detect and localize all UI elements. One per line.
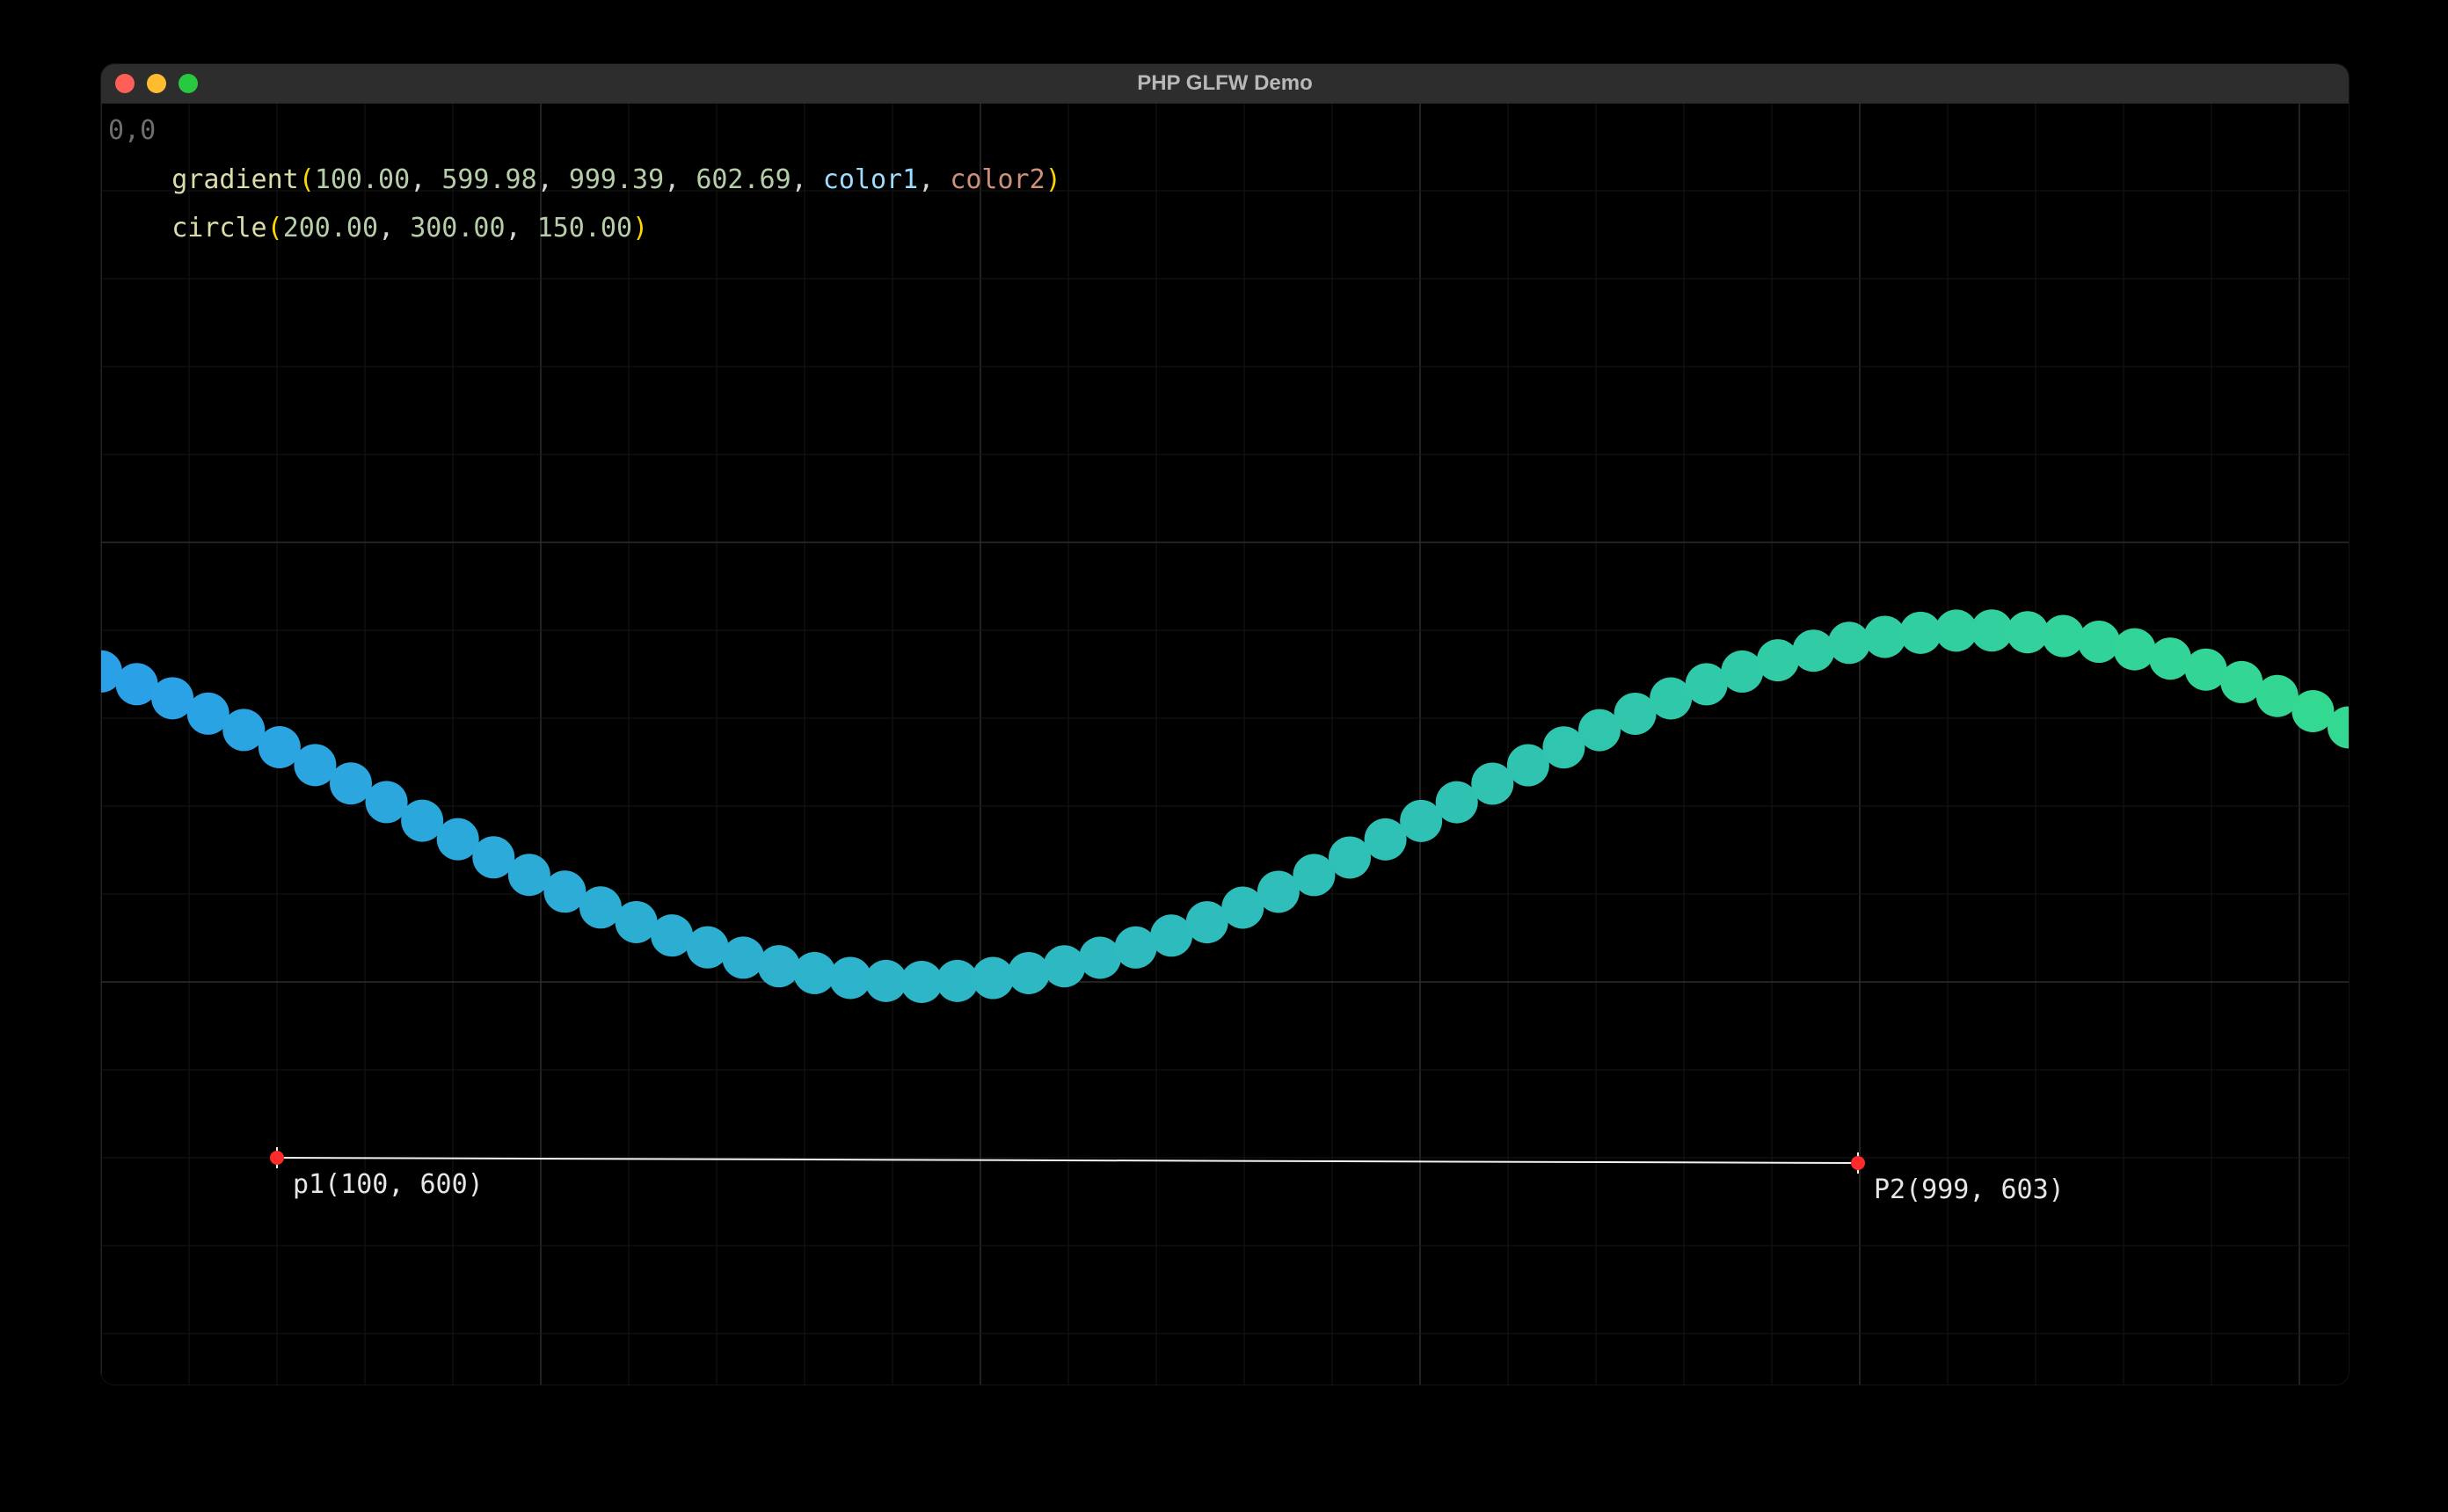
wave-dot xyxy=(2114,629,2156,671)
wave-dot xyxy=(330,762,372,804)
wave-dot xyxy=(1471,762,1513,804)
wave-dot xyxy=(1828,622,1870,664)
wave-dot xyxy=(1436,781,1478,824)
wave-dot xyxy=(2149,637,2191,680)
wave-dot xyxy=(722,936,764,978)
wave-dot xyxy=(1329,836,1371,878)
segment: p1(100, 600) P2(999, 603) xyxy=(270,1147,2065,1205)
minimize-icon[interactable] xyxy=(147,74,166,93)
wave-dot xyxy=(259,726,301,768)
wave-dot xyxy=(829,956,871,999)
point-p1-label: p1(100, 600) xyxy=(293,1169,484,1200)
wave-dot xyxy=(1365,818,1407,861)
wave-dot xyxy=(1792,629,1834,672)
app-window: PHP GLFW Demo p1(100, 600) P2(999, 603) 0… xyxy=(100,63,2350,1385)
maximize-icon[interactable] xyxy=(178,74,198,93)
wave-dot xyxy=(2078,621,2120,663)
wave-dot xyxy=(1507,745,1549,787)
code-fn-circle: circle xyxy=(171,213,266,244)
wave-dot xyxy=(294,744,336,786)
origin-label: 0,0 xyxy=(108,115,156,146)
point-p1-icon[interactable] xyxy=(270,1151,284,1165)
wave-dot xyxy=(793,952,835,994)
wave-dot xyxy=(972,957,1014,1000)
wave-dot xyxy=(687,927,729,969)
wave-dot xyxy=(936,960,979,1002)
point-p2-label: P2(999, 603) xyxy=(1874,1174,2065,1205)
code-fn-gradient: gradient xyxy=(171,164,299,195)
code-overlay: 0,0 gradient(100.00, 599.98, 999.39, 602… xyxy=(108,106,1061,253)
window-titlebar[interactable]: PHP GLFW Demo xyxy=(101,64,2349,103)
plot-canvas[interactable]: p1(100, 600) P2(999, 603) xyxy=(101,103,2349,1385)
wave-dot xyxy=(401,800,443,842)
wave-dot xyxy=(1757,639,1799,681)
close-icon[interactable] xyxy=(115,74,135,93)
window-controls xyxy=(115,74,198,93)
wave-dot xyxy=(2007,611,2049,653)
window-title: PHP GLFW Demo xyxy=(1137,71,1313,96)
point-p2-icon[interactable] xyxy=(1851,1156,1865,1170)
wave-dot xyxy=(1721,651,1763,693)
canvas-area[interactable]: p1(100, 600) P2(999, 603) 0,0 gradient(10… xyxy=(101,103,2349,1385)
wave-dot xyxy=(366,781,408,823)
desktop: PHP GLFW Demo p1(100, 600) P2(999, 603) 0… xyxy=(0,0,2448,1512)
wave-dot xyxy=(1043,945,1085,987)
wave-dot xyxy=(2042,615,2084,658)
wave-dot xyxy=(1864,615,1906,658)
wave-dot xyxy=(437,818,479,861)
wave-dot xyxy=(1008,952,1050,994)
wave-dot xyxy=(758,945,800,987)
wave-dot xyxy=(1400,800,1442,842)
wave-dot xyxy=(1079,937,1121,979)
